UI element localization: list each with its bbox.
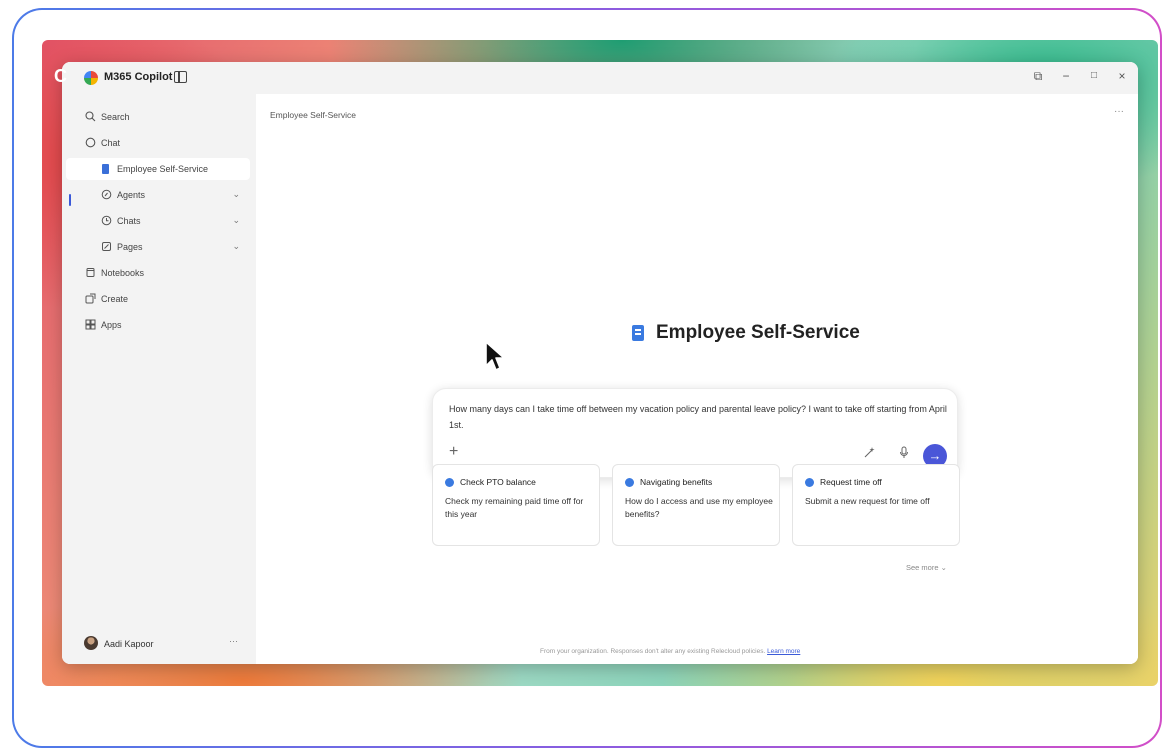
chat-icon xyxy=(84,137,96,149)
add-attachment-button[interactable]: + xyxy=(449,443,458,461)
page-title: Employee Self-Service xyxy=(656,322,860,343)
sidebar: Search Chat Employee Self-Service Agents… xyxy=(62,94,256,664)
sidebar-item-agents[interactable]: Agents ⌄ xyxy=(62,184,256,206)
notebook-icon xyxy=(84,267,96,279)
sidebar-item-chat[interactable]: Chat xyxy=(62,132,256,154)
footer-disclaimer: From your organization. Responses don't … xyxy=(540,648,800,655)
sidebar-item-employee-self-service[interactable]: Employee Self-Service xyxy=(66,158,250,180)
sidebar-item-label: Apps xyxy=(101,320,122,330)
see-more-link[interactable]: See more ⌄ xyxy=(906,563,947,572)
chat-bubble-icon xyxy=(805,478,814,487)
app-title: M365 Copilot xyxy=(104,71,173,83)
suggestion-card-check-pto[interactable]: Check PTO balance Check my remaining pai… xyxy=(432,464,600,546)
minimize-button[interactable]: − xyxy=(1056,69,1076,83)
maximize-button[interactable]: □ xyxy=(1084,70,1104,81)
chevron-down-icon[interactable]: ⌄ xyxy=(232,215,240,226)
chevron-down-icon[interactable]: ⌄ xyxy=(232,189,240,200)
ess-icon xyxy=(102,164,109,174)
card-title: Navigating benefits xyxy=(640,477,713,487)
prompt-suggestion-icon[interactable] xyxy=(863,446,876,462)
sidebar-item-create[interactable]: Create xyxy=(62,288,256,310)
app-window: M365 Copilot ⧉ − □ × Search Chat Employe… xyxy=(62,62,1138,664)
card-title: Request time off xyxy=(820,477,882,487)
footer-text: From your organization. Responses don't … xyxy=(540,648,766,655)
chat-bubble-icon xyxy=(625,478,634,487)
toggle-sidebar-icon[interactable] xyxy=(174,71,187,83)
avatar[interactable] xyxy=(84,636,98,650)
sidebar-item-label: Chats xyxy=(117,216,141,226)
chevron-down-icon[interactable]: ⌄ xyxy=(232,241,240,252)
card-description: How do I access and use my employee bene… xyxy=(625,496,773,519)
agents-icon xyxy=(100,189,112,201)
corner-mark-icon: C xyxy=(54,66,67,86)
suggestion-card-request-time-off[interactable]: Request time off Submit a new request fo… xyxy=(792,464,960,546)
card-title: Check PTO balance xyxy=(460,477,536,487)
sidebar-item-search[interactable]: Search xyxy=(62,106,256,128)
close-button[interactable]: × xyxy=(1112,69,1132,83)
mouse-cursor-icon xyxy=(485,341,505,371)
microphone-icon[interactable] xyxy=(899,446,909,462)
learn-more-link[interactable]: Learn more xyxy=(767,648,800,655)
main-panel: Employee Self-Service ··· Employee Self-… xyxy=(256,94,1138,664)
sidebar-item-apps[interactable]: Apps xyxy=(62,314,256,336)
sidebar-item-notebooks[interactable]: Notebooks xyxy=(62,262,256,284)
breadcrumb: Employee Self-Service xyxy=(270,110,356,120)
sidebar-item-label: Notebooks xyxy=(101,268,145,278)
user-name[interactable]: Aadi Kapoor xyxy=(104,639,154,649)
search-icon xyxy=(84,111,96,123)
chat-bubble-icon xyxy=(445,478,454,487)
sidebar-item-chats[interactable]: Chats ⌄ xyxy=(62,210,256,232)
sidebar-item-pages[interactable]: Pages ⌄ xyxy=(62,236,256,258)
user-more-button[interactable]: ··· xyxy=(229,636,238,646)
sidebar-item-label: Create xyxy=(101,294,129,304)
sidebar-item-label: Pages xyxy=(117,242,143,252)
titlebar: M365 Copilot ⧉ − □ × xyxy=(62,62,1138,94)
sidebar-item-label: Employee Self-Service xyxy=(117,164,209,174)
sidebar-item-label: Agents xyxy=(117,190,146,200)
copilot-logo-icon xyxy=(84,71,98,85)
employee-self-service-icon xyxy=(632,325,644,341)
create-icon xyxy=(84,293,96,305)
share-window-icon[interactable]: ⧉ xyxy=(1028,69,1048,84)
sidebar-item-label: Chat xyxy=(101,138,121,148)
message-input[interactable]: How many days can I take time off betwee… xyxy=(449,401,949,433)
card-description: Submit a new request for time off xyxy=(805,496,930,506)
suggestion-card-navigating-benefits[interactable]: Navigating benefits How do I access and … xyxy=(612,464,780,546)
card-description: Check my remaining paid time off for thi… xyxy=(445,496,584,519)
sidebar-item-label: Search xyxy=(101,112,130,122)
more-options-button[interactable]: ··· xyxy=(1114,106,1124,117)
history-icon xyxy=(100,215,112,227)
pages-icon xyxy=(100,241,112,253)
apps-icon xyxy=(84,319,96,331)
